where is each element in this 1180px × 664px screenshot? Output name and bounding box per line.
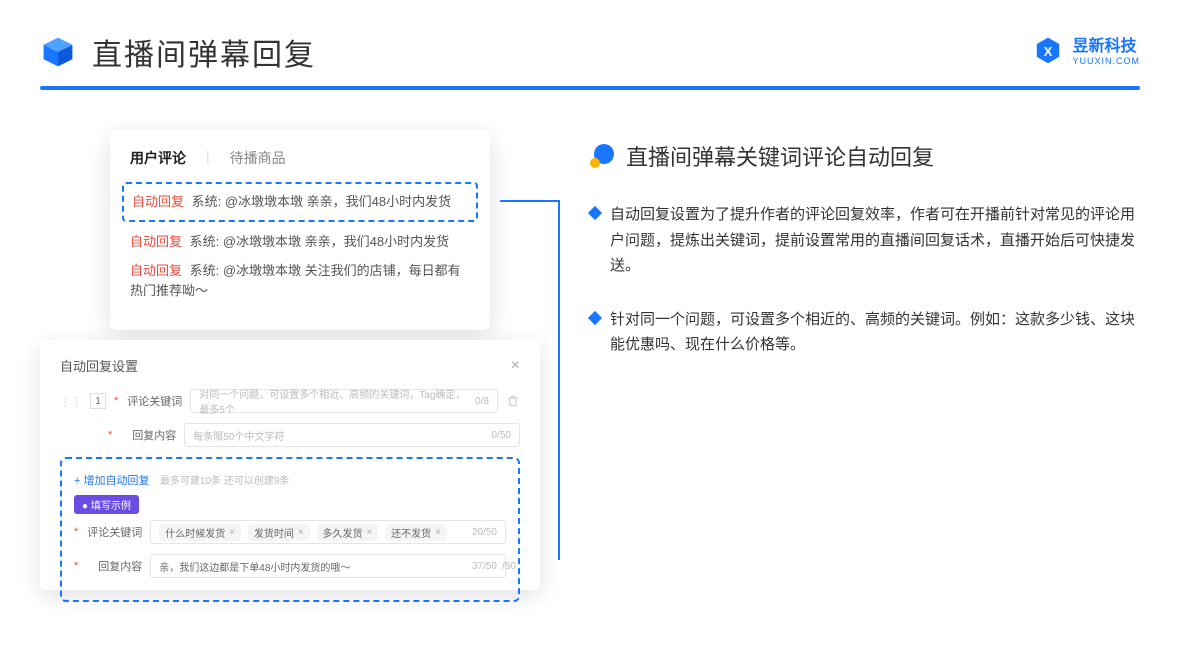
chip[interactable]: 发货时间×: [248, 524, 310, 541]
preview-stack: 用户评论 | 待播商品 自动回复 系统: @冰墩墩本墩 亲亲，我们48小时内发货…: [40, 130, 540, 610]
dot-icon: [590, 144, 614, 168]
drag-handle-icon[interactable]: ⋮⋮: [60, 395, 82, 408]
chip-remove-icon: ×: [298, 527, 304, 538]
diamond-icon: [588, 206, 602, 220]
svg-text:X: X: [1044, 44, 1053, 59]
example-reply-row: * 回复内容 亲，我们这边都是下单48小时内发货的哦～ 37/50 /50: [74, 554, 506, 578]
reply-counter: 0/50: [492, 430, 511, 441]
add-auto-reply-link[interactable]: + 增加自动回复: [74, 475, 149, 487]
section-head: 直播间弹幕关键词评论自动回复: [590, 140, 1140, 172]
comment-row: 自动回复 系统: @冰墩墩本墩 关注我们的店铺，每日都有热门推荐呦～: [130, 261, 470, 300]
content: 用户评论 | 待播商品 自动回复 系统: @冰墩墩本墩 亲亲，我们48小时内发货…: [0, 90, 1180, 610]
outer-counter: /50: [502, 561, 516, 572]
ex-keyword-label: 评论关键词: [86, 524, 142, 540]
brand-name: 昱新科技: [1072, 38, 1140, 56]
auto-reply-tag: 自动回复: [130, 263, 182, 278]
tabs: 用户评论 | 待播商品: [130, 148, 470, 168]
chip-remove-icon: ×: [435, 527, 441, 538]
ex-reply-counter: 37/50: [472, 561, 497, 572]
tab-products[interactable]: 待播商品: [230, 148, 286, 168]
chip[interactable]: 多久发货×: [317, 524, 379, 541]
chip-wrap: 什么时候发货× 发货时间× 多久发货× 还不发货×: [159, 524, 451, 541]
brand-sub: YUUXIN.COM: [1072, 56, 1140, 66]
ex-reply-value: 亲，我们这边都是下单48小时内发货的哦～: [159, 559, 350, 574]
reply-input[interactable]: 每条限50个中文字符 0/50: [184, 423, 520, 447]
bullet-row: 自动回复设置为了提升作者的评论回复效率，作者可在开播前针对常见的评论用户问题，提…: [590, 202, 1140, 279]
form-row-reply: * 回复内容 每条限50个中文字符 0/50: [60, 423, 520, 447]
chip[interactable]: 还不发货×: [385, 524, 447, 541]
bullet-row: 针对同一个问题，可设置多个相近的、高频的关键词。例如：这款多少钱、这块能优惠吗、…: [590, 307, 1140, 358]
comment-text: 系统: @冰墩墩本墩 亲亲，我们48小时内发货: [192, 194, 452, 209]
right-column: 直播间弹幕关键词评论自动回复 自动回复设置为了提升作者的评论回复效率，作者可在开…: [590, 130, 1140, 610]
ex-reply-field[interactable]: 亲，我们这边都是下单48小时内发货的哦～ 37/50: [150, 554, 506, 578]
required-star: *: [74, 526, 78, 538]
example-box: + 增加自动回复 最多可建10条 还可以创建9条 ● 填写示例 * 评论关键词 …: [60, 457, 520, 602]
keyword-input[interactable]: 对同一个问题，可设置多个相近、高频的关键词，Tag确定，最多5个 0/8: [190, 389, 498, 413]
page-title: 直播间弹幕回复: [92, 30, 316, 74]
modal-header: 自动回复设置 ×: [60, 356, 520, 375]
auto-reply-tag: 自动回复: [132, 194, 184, 209]
close-icon[interactable]: ×: [511, 357, 520, 375]
comment-text: 系统: @冰墩墩本墩 亲亲，我们48小时内发货: [190, 234, 450, 249]
add-hint: 最多可建10条 还可以创建9条: [160, 476, 289, 487]
chip-remove-icon: ×: [367, 527, 373, 538]
form-row-keyword: ⋮⋮ 1 * 评论关键词 对同一个问题，可设置多个相近、高频的关键词，Tag确定…: [60, 389, 520, 413]
cube-icon: [40, 34, 76, 70]
comments-card: 用户评论 | 待播商品 自动回复 系统: @冰墩墩本墩 亲亲，我们48小时内发货…: [110, 130, 490, 330]
header-left: 直播间弹幕回复: [40, 30, 316, 74]
ex-keyword-field[interactable]: 什么时候发货× 发货时间× 多久发货× 还不发货× 20/50: [150, 520, 506, 544]
brand: X 昱新科技 YUUXIN.COM: [1032, 36, 1140, 68]
keyword-counter: 0/8: [475, 396, 489, 407]
tab-comments[interactable]: 用户评论: [130, 148, 186, 168]
settings-modal: 自动回复设置 × ⋮⋮ 1 * 评论关键词 对同一个问题，可设置多个相近、高频的…: [40, 340, 540, 590]
tab-divider: |: [206, 148, 210, 168]
modal-title: 自动回复设置: [60, 356, 138, 375]
reply-label: 回复内容: [120, 427, 176, 443]
comment-row-highlighted: 自动回复 系统: @冰墩墩本墩 亲亲，我们48小时内发货: [122, 182, 478, 222]
chip[interactable]: 什么时候发货×: [159, 524, 241, 541]
brand-logo-icon: X: [1032, 36, 1064, 68]
diamond-icon: [588, 310, 602, 324]
ex-chip-counter: 20/50: [472, 527, 497, 538]
ex-reply-label: 回复内容: [86, 558, 142, 574]
section-title: 直播间弹幕关键词评论自动回复: [626, 140, 934, 172]
keyword-label: 评论关键词: [126, 393, 182, 409]
required-star: *: [108, 429, 112, 441]
example-pill: ● 填写示例: [74, 495, 139, 514]
row-number: 1: [90, 393, 106, 409]
comment-row: 自动回复 系统: @冰墩墩本墩 亲亲，我们48小时内发货: [130, 232, 470, 252]
chip-remove-icon: ×: [229, 527, 235, 538]
header: 直播间弹幕回复 X 昱新科技 YUUXIN.COM: [0, 0, 1180, 74]
required-star: *: [74, 560, 78, 572]
reply-placeholder: 每条限50个中文字符: [193, 428, 284, 443]
auto-reply-tag: 自动回复: [130, 234, 182, 249]
required-star: *: [114, 395, 118, 407]
bullet-text: 针对同一个问题，可设置多个相近的、高频的关键词。例如：这款多少钱、这块能优惠吗、…: [610, 307, 1140, 358]
trash-icon[interactable]: [506, 394, 520, 408]
bullet-text: 自动回复设置为了提升作者的评论回复效率，作者可在开播前针对常见的评论用户问题，提…: [610, 202, 1140, 279]
keyword-placeholder: 对同一个问题，可设置多个相近、高频的关键词，Tag确定，最多5个: [199, 386, 475, 416]
brand-text-wrap: 昱新科技 YUUXIN.COM: [1072, 38, 1140, 66]
example-keyword-row: * 评论关键词 什么时候发货× 发货时间× 多久发货× 还不发货× 20/50: [74, 520, 506, 544]
